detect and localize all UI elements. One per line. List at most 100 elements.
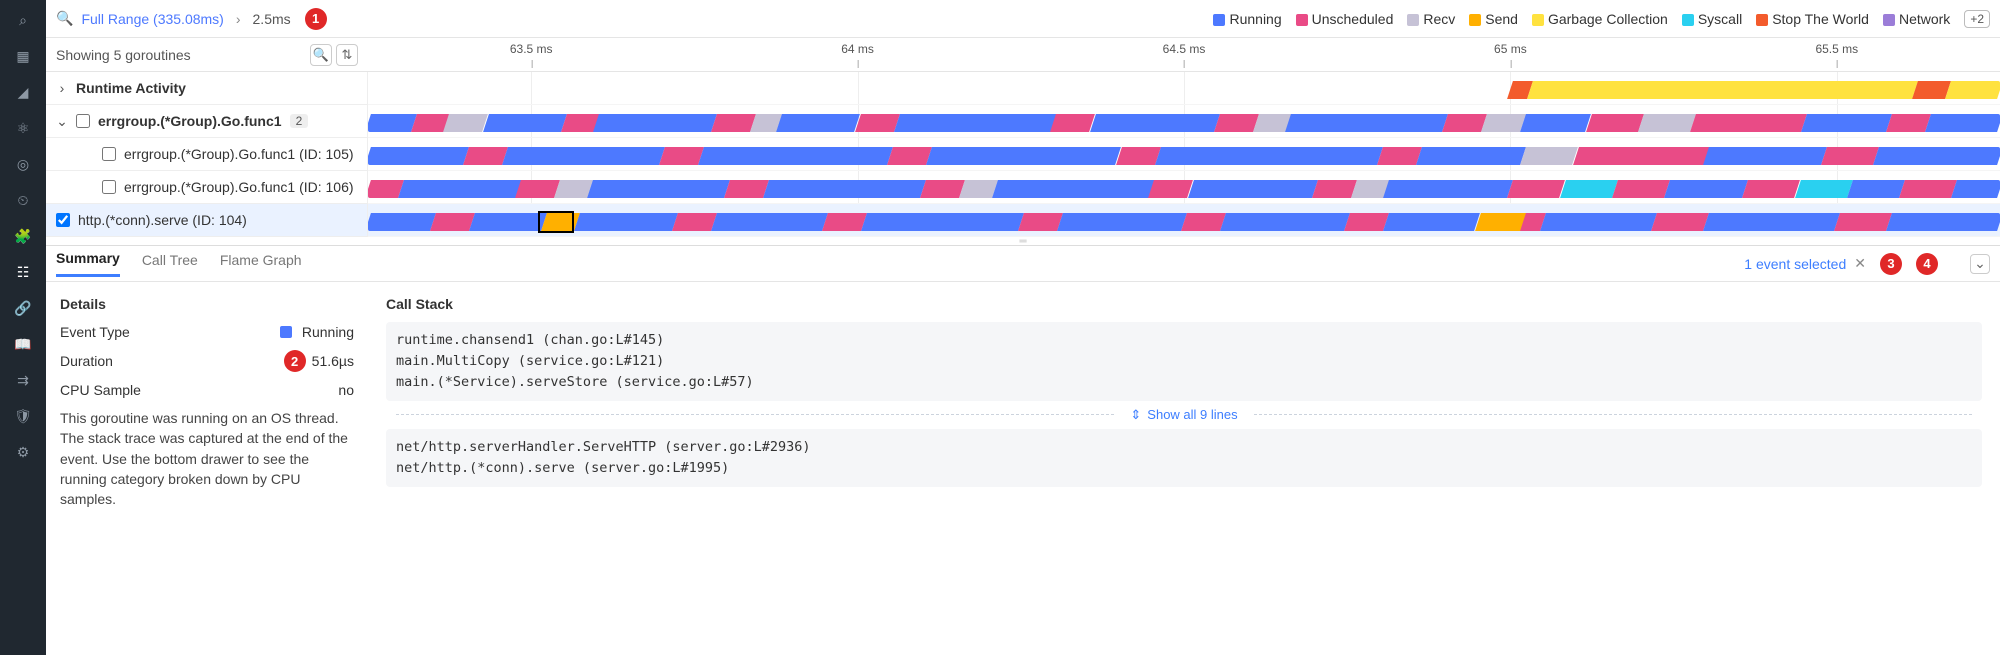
- timeline-segment[interactable]: [1951, 180, 2000, 198]
- timeline-segment[interactable]: [1377, 147, 1422, 165]
- timeline-segment[interactable]: [1507, 180, 1565, 198]
- timeline-segment[interactable]: [1214, 114, 1259, 132]
- timeline-segment[interactable]: [1181, 213, 1226, 231]
- nav-binoculars-icon[interactable]: ⌕: [11, 8, 35, 32]
- tree-child-row[interactable]: errgroup.(*Group).Go.func1 (ID: 106): [46, 171, 367, 204]
- timeline-segment[interactable]: [443, 114, 488, 132]
- legend-overflow-button[interactable]: +2: [1964, 10, 1990, 28]
- group-checkbox[interactable]: [76, 114, 90, 128]
- timeline-segment[interactable]: [1690, 114, 1807, 132]
- zoom-icon[interactable]: 🔍: [56, 10, 73, 27]
- timeline-segment[interactable]: [1220, 213, 1350, 231]
- timeline-lane[interactable]: [368, 171, 2000, 204]
- timeline-segment[interactable]: [1090, 114, 1220, 132]
- chevron-down-icon[interactable]: ⌄: [56, 113, 68, 130]
- search-button[interactable]: 🔍: [310, 44, 332, 66]
- timeline-segment[interactable]: [515, 180, 560, 198]
- timeline-segment[interactable]: [1873, 147, 2000, 165]
- timeline-segment[interactable]: [1383, 213, 1480, 231]
- nav-link-icon[interactable]: 🔗: [11, 296, 35, 320]
- nav-gear-icon[interactable]: ⚙: [11, 440, 35, 464]
- timeline-segment[interactable]: [724, 180, 769, 198]
- timeline-segment[interactable]: [894, 114, 1057, 132]
- timeline-segment[interactable]: [1481, 114, 1526, 132]
- timeline-segment[interactable]: [1312, 180, 1357, 198]
- stack-line[interactable]: main.MultiCopy (service.go:L#121): [396, 351, 1972, 372]
- timeline-segment[interactable]: [1521, 147, 1579, 165]
- tree-child-row[interactable]: errgroup.(*Group).Go.func1 (ID: 105): [46, 138, 367, 171]
- timeline-segment[interactable]: [776, 114, 860, 132]
- timeline-segment[interactable]: [1573, 147, 1709, 165]
- timeline-segment[interactable]: [594, 114, 717, 132]
- child-checkbox[interactable]: [102, 180, 116, 194]
- timeline-segment[interactable]: [1057, 213, 1187, 231]
- timeline-segment[interactable]: [1886, 114, 1931, 132]
- nav-trace-icon[interactable]: ☷: [11, 260, 35, 284]
- chevron-right-icon[interactable]: ›: [56, 80, 68, 96]
- stack-line[interactable]: runtime.chansend1 (chan.go:L#145): [396, 330, 1972, 351]
- split-handle[interactable]: ═: [46, 237, 2000, 245]
- tab-summary[interactable]: Summary: [56, 250, 120, 277]
- timeline-segment[interactable]: [887, 147, 932, 165]
- timeline-segment[interactable]: [1051, 114, 1096, 132]
- timeline-segment[interactable]: [855, 114, 900, 132]
- timeline-segment[interactable]: [711, 114, 756, 132]
- timeline-segment[interactable]: [1383, 180, 1513, 198]
- timeline-segment[interactable]: [1664, 180, 1748, 198]
- show-all-lines-button[interactable]: ⇕ Show all 9 lines: [386, 401, 1982, 429]
- timeline-segment[interactable]: [1018, 213, 1063, 231]
- timeline-segment[interactable]: [1703, 213, 1839, 231]
- timeline-segment[interactable]: [1821, 147, 1879, 165]
- timeline-segment[interactable]: [574, 213, 678, 231]
- timeline-segment[interactable]: [711, 213, 828, 231]
- timeline-lanes[interactable]: [368, 72, 2000, 237]
- nav-target-icon[interactable]: ◎: [11, 152, 35, 176]
- tab-call-tree[interactable]: Call Tree: [142, 252, 198, 276]
- timeline-segment[interactable]: [1899, 180, 1957, 198]
- sort-button[interactable]: ⇅: [336, 44, 358, 66]
- timeline-segment[interactable]: [1801, 114, 1892, 132]
- timeline-segment[interactable]: [1148, 180, 1193, 198]
- timeline-segment[interactable]: [1540, 213, 1657, 231]
- timeline-segment[interactable]: [398, 180, 521, 198]
- timeline-segment[interactable]: [1703, 147, 1826, 165]
- stack-line[interactable]: net/http.serverHandler.ServeHTTP (server…: [396, 437, 1972, 458]
- timeline-segment[interactable]: [470, 213, 548, 231]
- timeline-segment[interactable]: [1742, 180, 1800, 198]
- timeline-segment[interactable]: [763, 180, 926, 198]
- timeline-segment[interactable]: [1116, 147, 1161, 165]
- timeline-segment[interactable]: [1344, 213, 1389, 231]
- timeline-segment[interactable]: [992, 180, 1155, 198]
- tree-group-row[interactable]: ⌄ errgroup.(*Group).Go.func1 2: [46, 105, 367, 138]
- timeline-lane[interactable]: [368, 138, 2000, 171]
- nav-flow-icon[interactable]: ⇉: [11, 368, 35, 392]
- timeline-segment[interactable]: [1475, 213, 1527, 231]
- timeline-segment[interactable]: [368, 147, 469, 165]
- nav-puzzle-icon[interactable]: 🧩: [11, 224, 35, 248]
- clear-selection-button[interactable]: ✕: [1854, 255, 1866, 272]
- timeline-segment[interactable]: [1651, 213, 1709, 231]
- timeline-segment[interactable]: [1847, 180, 1905, 198]
- nav-dashboard-icon[interactable]: ▦: [11, 44, 35, 68]
- timeline-segment[interactable]: [1795, 180, 1853, 198]
- stack-line[interactable]: main.(*Service).serveStore (service.go:L…: [396, 372, 1972, 393]
- timeline-segment[interactable]: [698, 147, 893, 165]
- timeline-segment[interactable]: [1286, 114, 1449, 132]
- timeline-segment[interactable]: [587, 180, 730, 198]
- timeline-segment[interactable]: [1416, 147, 1526, 165]
- timeline-segment[interactable]: [861, 213, 1024, 231]
- breadcrumb-full-range[interactable]: Full Range (335.08ms): [81, 11, 223, 27]
- timeline-segment[interactable]: [483, 114, 567, 132]
- timeline-segment[interactable]: [430, 213, 475, 231]
- timeline-segment[interactable]: [822, 213, 867, 231]
- timeline-segment[interactable]: [1527, 81, 1918, 99]
- selected-checkbox[interactable]: [56, 213, 70, 227]
- timeline-lane[interactable]: [368, 72, 2000, 105]
- child-checkbox[interactable]: [102, 147, 116, 161]
- nav-shield-icon[interactable]: 🛡: [11, 404, 35, 428]
- timeline-segment[interactable]: [672, 213, 717, 231]
- timeline-segment[interactable]: [502, 147, 665, 165]
- timeline-segment[interactable]: [926, 147, 1121, 165]
- timeline-segment[interactable]: [1560, 180, 1618, 198]
- stack-line[interactable]: net/http.(*conn).serve (server.go:L#1995…: [396, 458, 1972, 479]
